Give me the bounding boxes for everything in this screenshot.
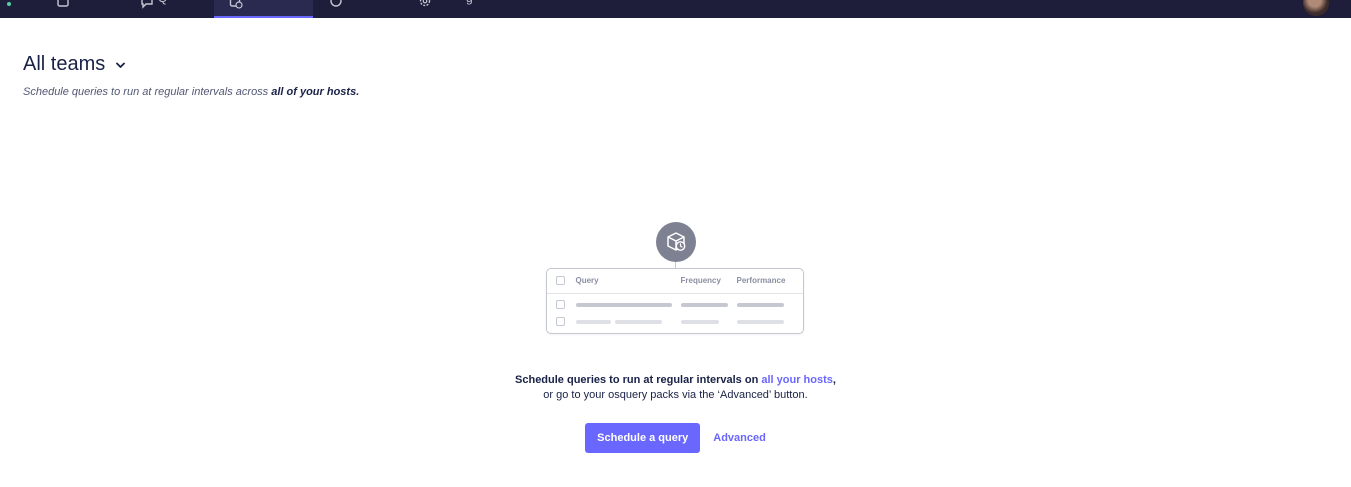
empty-state-illustration: Query Frequency Performance xyxy=(545,222,806,336)
page-subtitle: Schedule queries to run at regular inter… xyxy=(23,85,359,99)
nav-item-settings[interactable]: g xyxy=(418,0,498,18)
all-hosts-link[interactable]: all your hosts xyxy=(761,374,833,386)
empty-state-line-2: or go to your osquery packs via the ‘Adv… xyxy=(543,389,808,401)
empty-state-message: Schedule queries to run at regular inter… xyxy=(515,373,836,403)
row-checkbox xyxy=(555,317,565,326)
illustration-table-header: Query Frequency Performance xyxy=(546,269,803,294)
placeholder-bar xyxy=(680,320,719,324)
placeholder-bar xyxy=(575,320,611,324)
column-query: Query xyxy=(575,276,599,285)
empty-state-line-1-suffix: , xyxy=(832,374,836,386)
user-avatar[interactable] xyxy=(1303,0,1329,16)
schedule-query-button[interactable]: Schedule a query xyxy=(585,423,701,453)
fleet-logo[interactable] xyxy=(7,2,11,6)
placeholder-bar xyxy=(614,320,662,324)
subtitle-text: Schedule queries to run at regular inter… xyxy=(23,86,269,98)
team-dropdown[interactable]: All teams xyxy=(23,52,359,76)
nav-item-schedule[interactable] xyxy=(214,0,313,18)
column-performance: Performance xyxy=(736,276,786,285)
row-checkbox xyxy=(555,300,565,309)
placeholder-bar xyxy=(680,303,728,307)
placeholder-bar xyxy=(575,303,672,307)
settings-icon xyxy=(418,0,432,9)
empty-state-line-1-text: Schedule queries to run at regular inter… xyxy=(515,374,759,386)
illustration-table: Query Frequency Performance xyxy=(545,268,804,334)
top-navigation: Q g xyxy=(0,0,1351,18)
nav-item-queries[interactable]: Q xyxy=(140,0,200,18)
nav-item-settings-label: g xyxy=(466,0,473,4)
advanced-button[interactable]: Advanced xyxy=(713,432,766,444)
chevron-down-icon xyxy=(116,56,126,74)
subtitle-emphasis: all of your hosts. xyxy=(271,86,360,98)
placeholder-bar xyxy=(736,320,784,324)
team-title: All teams xyxy=(23,53,106,75)
empty-state: Query Frequency Performance Schedule que… xyxy=(0,222,1351,453)
header-checkbox xyxy=(555,276,565,285)
placeholder-bar xyxy=(736,303,784,307)
page-header: All teams Schedule queries to run at reg… xyxy=(23,52,359,99)
schedule-icon xyxy=(229,0,243,9)
empty-state-line-1: Schedule queries to run at regular inter… xyxy=(515,373,836,388)
policies-icon xyxy=(329,0,343,9)
queries-icon xyxy=(140,0,154,9)
empty-state-actions: Schedule a query Advanced xyxy=(585,423,766,453)
nav-item-policies[interactable] xyxy=(329,0,389,18)
hosts-icon xyxy=(56,0,70,9)
schedule-clock-icon xyxy=(655,222,696,262)
column-frequency: Frequency xyxy=(680,276,721,285)
nav-item-hosts[interactable] xyxy=(56,0,126,18)
nav-item-queries-label: Q xyxy=(158,0,167,4)
